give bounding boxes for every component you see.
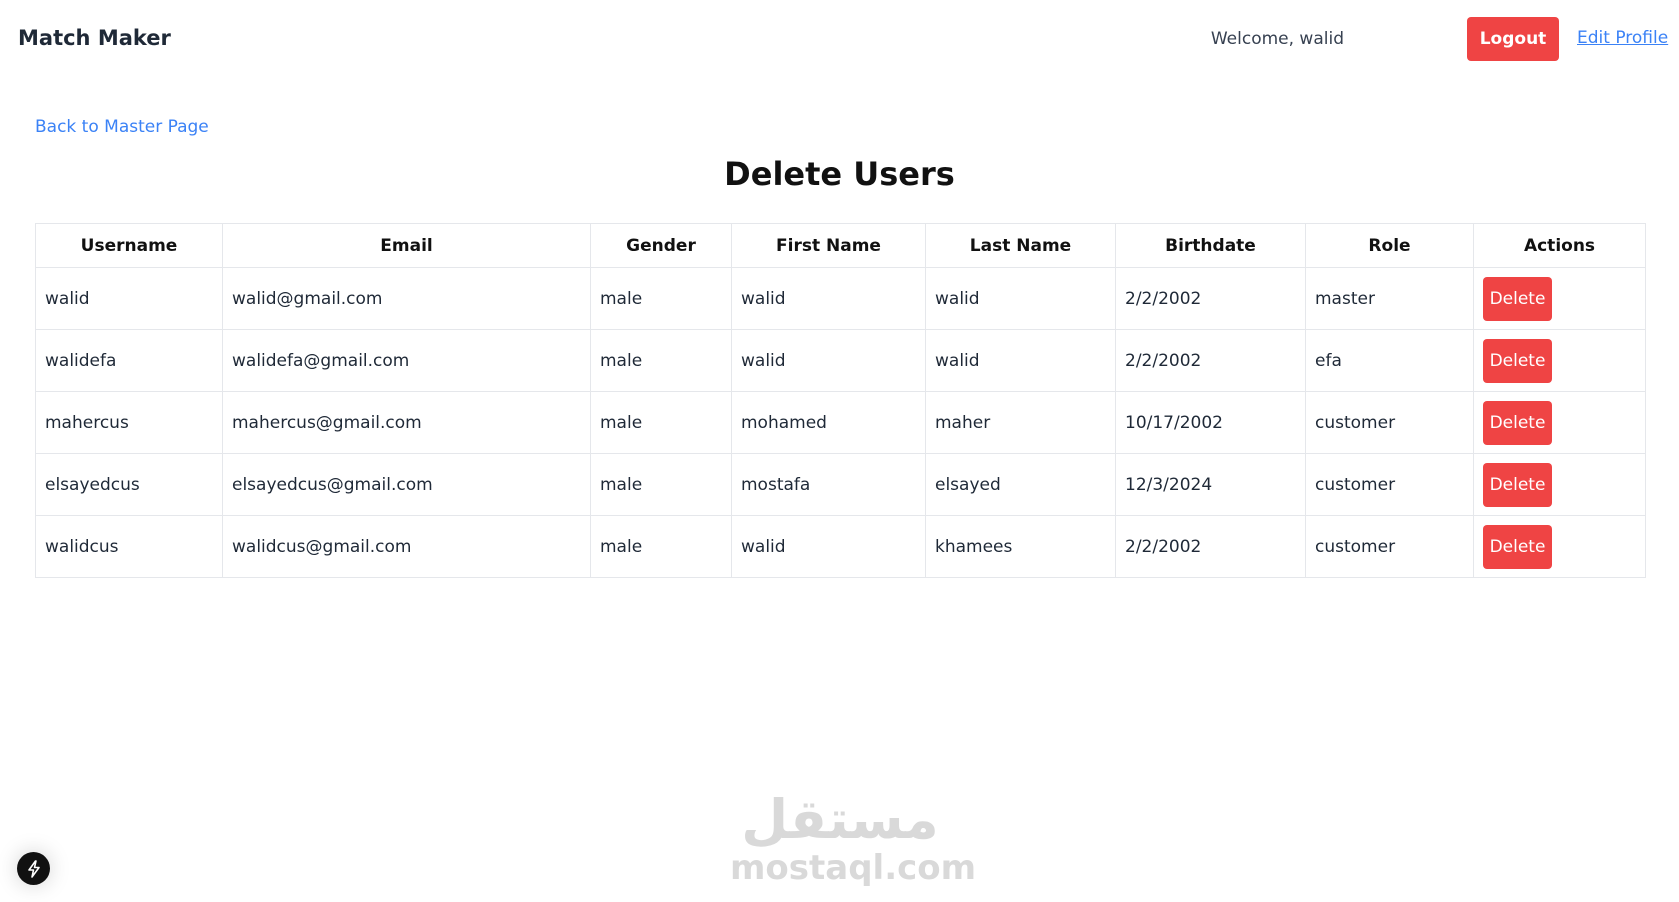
cell-birthdate: 2/2/2002 [1115, 267, 1306, 330]
table-row: walidefa walidefa@gmail.com male walid w… [35, 329, 1646, 392]
delete-button[interactable]: Delete [1483, 524, 1552, 569]
cell-actions: Delete [1473, 329, 1646, 392]
cell-email: walid@gmail.com [222, 267, 591, 330]
cell-actions: Delete [1473, 267, 1646, 330]
cell-first-name: walid [731, 267, 926, 330]
cell-username: elsayedcus [35, 453, 223, 516]
edit-profile-link[interactable]: Edit Profile [1577, 28, 1668, 48]
cell-first-name: mostafa [731, 453, 926, 516]
cell-last-name: elsayed [925, 453, 1116, 516]
cell-username: walidcus [35, 515, 223, 578]
header-last-name: Last Name [925, 223, 1116, 268]
header-gender: Gender [590, 223, 732, 268]
header-username: Username [35, 223, 223, 268]
dev-indicator-button[interactable] [17, 852, 50, 885]
lightning-bolt-icon [27, 859, 40, 878]
table-row: walid walid@gmail.com male walid walid 2… [35, 267, 1646, 330]
cell-actions: Delete [1473, 515, 1646, 578]
header-actions: Actions [1473, 223, 1646, 268]
cell-role: customer [1305, 515, 1474, 578]
cell-email: walidcus@gmail.com [222, 515, 591, 578]
header-birthdate: Birthdate [1115, 223, 1306, 268]
cell-birthdate: 2/2/2002 [1115, 515, 1306, 578]
back-to-master-link[interactable]: Back to Master Page [35, 117, 209, 137]
header-email: Email [222, 223, 591, 268]
delete-button[interactable]: Delete [1483, 338, 1552, 383]
brand-title: Match Maker [18, 26, 171, 50]
cell-gender: male [590, 515, 732, 578]
cell-birthdate: 10/17/2002 [1115, 391, 1306, 454]
cell-actions: Delete [1473, 453, 1646, 516]
cell-first-name: mohamed [731, 391, 926, 454]
cell-role: customer [1305, 453, 1474, 516]
navbar: Match Maker Welcome, walid Logout Edit P… [0, 0, 1679, 78]
page-title: Delete Users [724, 155, 955, 193]
cell-first-name: walid [731, 329, 926, 392]
cell-username: mahercus [35, 391, 223, 454]
cell-gender: male [590, 453, 732, 516]
cell-role: customer [1305, 391, 1474, 454]
cell-email: elsayedcus@gmail.com [222, 453, 591, 516]
users-table: Username Email Gender First Name Last Na… [35, 223, 1646, 578]
cell-actions: Delete [1473, 391, 1646, 454]
table-row: mahercus mahercus@gmail.com male mohamed… [35, 391, 1646, 454]
cell-username: walid [35, 267, 223, 330]
table-row: elsayedcus elsayedcus@gmail.com male mos… [35, 453, 1646, 516]
table-header-row: Username Email Gender First Name Last Na… [35, 223, 1646, 268]
cell-first-name: walid [731, 515, 926, 578]
cell-gender: male [590, 391, 732, 454]
welcome-text: Welcome, walid [1210, 29, 1344, 49]
cell-birthdate: 12/3/2024 [1115, 453, 1306, 516]
watermark-latin: mostaql.com [730, 848, 977, 888]
cell-gender: male [590, 329, 732, 392]
delete-button[interactable]: Delete [1483, 400, 1552, 445]
watermark-arabic: مستقل [741, 788, 939, 851]
cell-email: walidefa@gmail.com [222, 329, 591, 392]
cell-username: walidefa [35, 329, 223, 392]
logout-button[interactable]: Logout [1467, 17, 1559, 61]
table-row: walidcus walidcus@gmail.com male walid k… [35, 515, 1646, 578]
delete-button[interactable]: Delete [1483, 276, 1552, 321]
cell-gender: male [590, 267, 732, 330]
cell-last-name: khamees [925, 515, 1116, 578]
cell-last-name: walid [925, 267, 1116, 330]
cell-last-name: maher [925, 391, 1116, 454]
cell-last-name: walid [925, 329, 1116, 392]
header-first-name: First Name [731, 223, 926, 268]
cell-birthdate: 2/2/2002 [1115, 329, 1306, 392]
header-role: Role [1305, 223, 1474, 268]
cell-email: mahercus@gmail.com [222, 391, 591, 454]
cell-role: efa [1305, 329, 1474, 392]
cell-role: master [1305, 267, 1474, 330]
mostaql-watermark: مستقل mostaql.com [730, 788, 977, 888]
delete-button[interactable]: Delete [1483, 462, 1552, 507]
